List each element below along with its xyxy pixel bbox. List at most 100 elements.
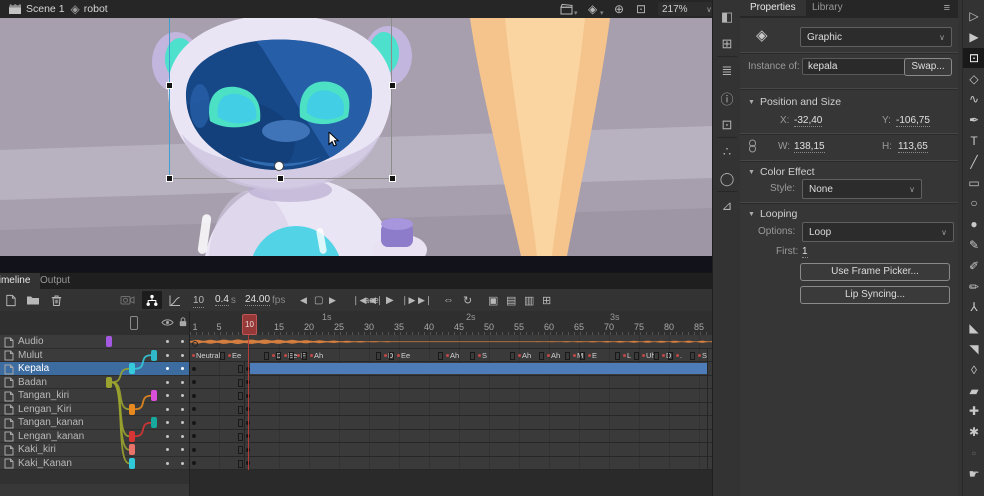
mouth-keyframe-dot[interactable]	[642, 354, 645, 357]
selected-frame-span[interactable]	[250, 363, 707, 374]
frame-rate-value[interactable]: 24.00	[245, 294, 270, 306]
ink-bottle-tool[interactable]: ◥	[963, 339, 984, 360]
layer-row[interactable]: Lengan_Kiri	[0, 403, 189, 417]
layer-name[interactable]: Badan	[18, 377, 47, 388]
layer-lock-dot[interactable]	[181, 367, 184, 370]
layer-visibility-dot[interactable]	[166, 448, 169, 451]
layer-lock-dot[interactable]	[181, 340, 184, 343]
mouth-keyframe-dot[interactable]	[192, 354, 195, 357]
lip-syncing-button[interactable]: Lip Syncing...	[800, 286, 950, 304]
bone-tool[interactable]: ⅄	[963, 297, 984, 318]
assets-icon[interactable]: ∴	[713, 139, 741, 165]
mouth-shape-label[interactable]: Ah	[314, 351, 323, 360]
loop-options-select[interactable]: Loop ∨	[802, 222, 954, 242]
mouth-keyframe-dot[interactable]	[547, 354, 550, 357]
center-frame-icon[interactable]: ⊕	[614, 3, 624, 15]
frames-row[interactable]	[190, 416, 712, 430]
layer-lock-dot[interactable]	[181, 435, 184, 438]
layer-visibility-dot[interactable]	[166, 408, 169, 411]
modify-markers-button[interactable]: ⊞	[542, 289, 551, 311]
delete-layer-button[interactable]	[50, 289, 63, 311]
layer-name[interactable]: Kaki_kiri	[18, 444, 56, 455]
text-tool[interactable]: T	[963, 131, 984, 152]
h-value[interactable]: 113,65	[898, 141, 928, 153]
layer-row[interactable]: Mulut	[0, 349, 189, 363]
new-layer-button[interactable]	[4, 289, 17, 311]
paint-brush-tool[interactable]: ✏	[963, 276, 984, 297]
mouth-keyframe-dot[interactable]	[446, 354, 449, 357]
timeline-splitter[interactable]	[189, 311, 190, 496]
frames-grid[interactable]: NeutralEeDEeFAhDEeAhSAhAhMELUhD.S	[190, 335, 712, 470]
step-forward-button[interactable]: ▶	[329, 289, 336, 311]
layer-row[interactable]: Badan	[0, 376, 189, 390]
polystar-tool[interactable]: ●	[963, 214, 984, 235]
layer-lock-dot[interactable]	[181, 421, 184, 424]
mouth-shape-label[interactable]: S	[482, 351, 487, 360]
current-frame-value[interactable]: 10	[193, 293, 204, 308]
layer-name[interactable]: Lengan_Kiri	[18, 404, 71, 415]
playhead-marker[interactable]: 10	[242, 314, 257, 335]
selection-handle-mid-left[interactable]	[166, 82, 173, 89]
keyframe-dot[interactable]	[192, 461, 196, 465]
position-size-header[interactable]: ▼Position and Size	[748, 96, 841, 108]
elapsed-time-value[interactable]: 0.4	[215, 294, 229, 306]
show-hide-column-icon[interactable]	[161, 317, 174, 328]
layer-row[interactable]: Kepala	[0, 362, 189, 376]
layer-lock-dot[interactable]	[181, 408, 184, 411]
mouth-keyframe-dot[interactable]	[478, 354, 481, 357]
layer-lock-dot[interactable]	[181, 354, 184, 357]
mouth-shape-label[interactable]: Ah	[450, 351, 459, 360]
x-value[interactable]: -32,40	[794, 115, 822, 127]
go-to-last-frame-button[interactable]: ▶❘	[418, 289, 432, 311]
breadcrumb-scene[interactable]: Scene 1	[26, 3, 65, 15]
mouth-keyframe-dot[interactable]	[588, 354, 591, 357]
brush-tool[interactable]: ✐	[963, 256, 984, 277]
keyframe-dot[interactable]	[192, 394, 196, 398]
mouth-keyframe-dot[interactable]	[284, 354, 287, 357]
frames-row[interactable]	[190, 335, 712, 349]
layer-visibility-dot[interactable]	[166, 381, 169, 384]
panel-menu-icon[interactable]: ≡	[944, 2, 950, 14]
mouth-shape-label[interactable]: Ah	[522, 351, 531, 360]
library-grid-icon[interactable]: ⊞	[713, 31, 741, 57]
pencil-tool[interactable]: ✎	[963, 235, 984, 256]
graph-editor-button[interactable]	[168, 289, 182, 311]
mouth-keyframe-dot[interactable]	[698, 354, 701, 357]
frames-row[interactable]	[190, 403, 712, 417]
frames-row[interactable]	[190, 389, 712, 403]
use-frame-picker-button[interactable]: Use Frame Picker...	[800, 263, 950, 281]
puppet-pin-tool[interactable]: ✱	[963, 422, 984, 443]
scene-clapper-icon[interactable]	[8, 3, 22, 15]
layer-name[interactable]: Tangan_kiri	[18, 390, 69, 401]
layer-row[interactable]: Kaki_Kanan	[0, 457, 189, 471]
asset-warp-tool[interactable]: ✚	[963, 401, 984, 422]
layer-name[interactable]: Kaki_Kanan	[18, 458, 72, 469]
step-back-button[interactable]: ◀	[300, 289, 307, 311]
mouth-keyframe-dot[interactable]	[662, 354, 665, 357]
go-to-first-frame-button[interactable]: ❘◀	[352, 289, 366, 311]
frames-row[interactable]	[190, 362, 712, 376]
layer-lock-dot[interactable]	[181, 394, 184, 397]
align-icon[interactable]: ≣	[713, 58, 741, 84]
mouth-shape-label[interactable]: E	[592, 351, 597, 360]
show-parenting-view-button[interactable]	[142, 291, 162, 309]
frames-row[interactable]	[190, 430, 712, 444]
keyframe-dot[interactable]	[192, 448, 196, 452]
rectangle-tool[interactable]: ▭	[963, 172, 984, 193]
layer-visibility-dot[interactable]	[166, 394, 169, 397]
layer-row[interactable]: Tangan_kiri	[0, 389, 189, 403]
keyframe-dot[interactable]	[192, 367, 196, 371]
mouth-keyframe-dot[interactable]	[623, 354, 626, 357]
frames-row[interactable]	[190, 443, 712, 457]
breadcrumb-symbol[interactable]: robot	[84, 3, 108, 15]
new-folder-button[interactable]	[26, 289, 40, 311]
mouth-keyframe-dot[interactable]	[384, 354, 387, 357]
keyframe-dot[interactable]	[192, 421, 196, 425]
layer-name[interactable]: Kepala	[18, 363, 49, 374]
lock-column-icon[interactable]	[177, 316, 189, 328]
transformation-point[interactable]	[274, 161, 284, 171]
layer-name[interactable]: Audio	[18, 336, 44, 347]
layer-visibility-dot[interactable]	[166, 340, 169, 343]
selection-handle-bottom-mid[interactable]	[277, 175, 284, 182]
timeline-ruler[interactable]: 1s2s3s1510152025303540455055606570758085	[190, 311, 712, 335]
